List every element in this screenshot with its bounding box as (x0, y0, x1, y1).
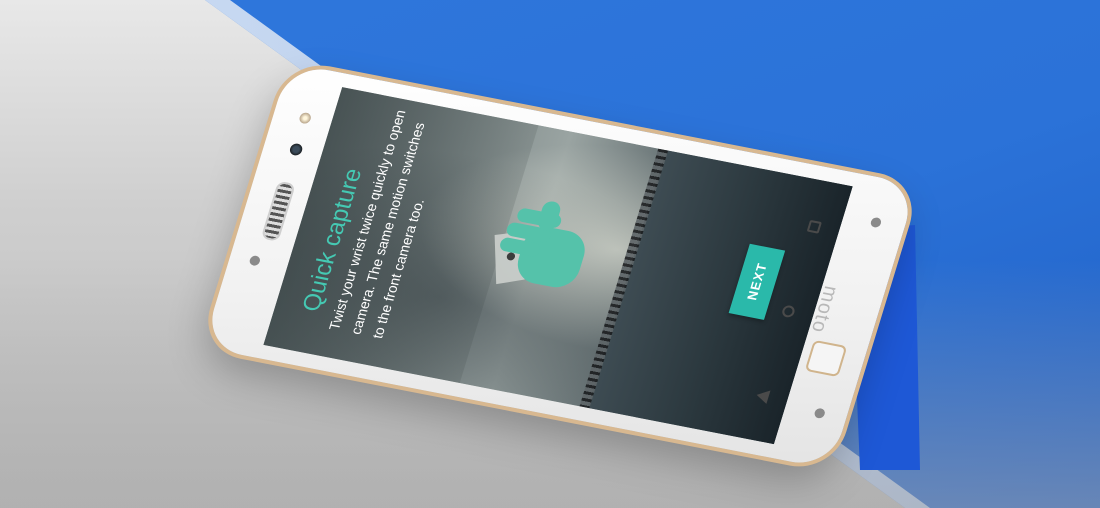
front-flash (298, 111, 313, 125)
sensor-dot (813, 407, 827, 420)
photo-scene: Quick capture Twist your wrist twice qui… (0, 0, 1100, 508)
fingerprint-sensor[interactable] (804, 339, 848, 378)
back-triangle-icon[interactable] (749, 383, 777, 408)
recents-square-icon[interactable] (800, 214, 828, 239)
home-circle-icon[interactable] (774, 299, 802, 324)
front-camera (288, 142, 304, 157)
sensor-dot (248, 254, 262, 267)
sensor-dot (869, 216, 883, 229)
earpiece-speaker (260, 180, 296, 242)
